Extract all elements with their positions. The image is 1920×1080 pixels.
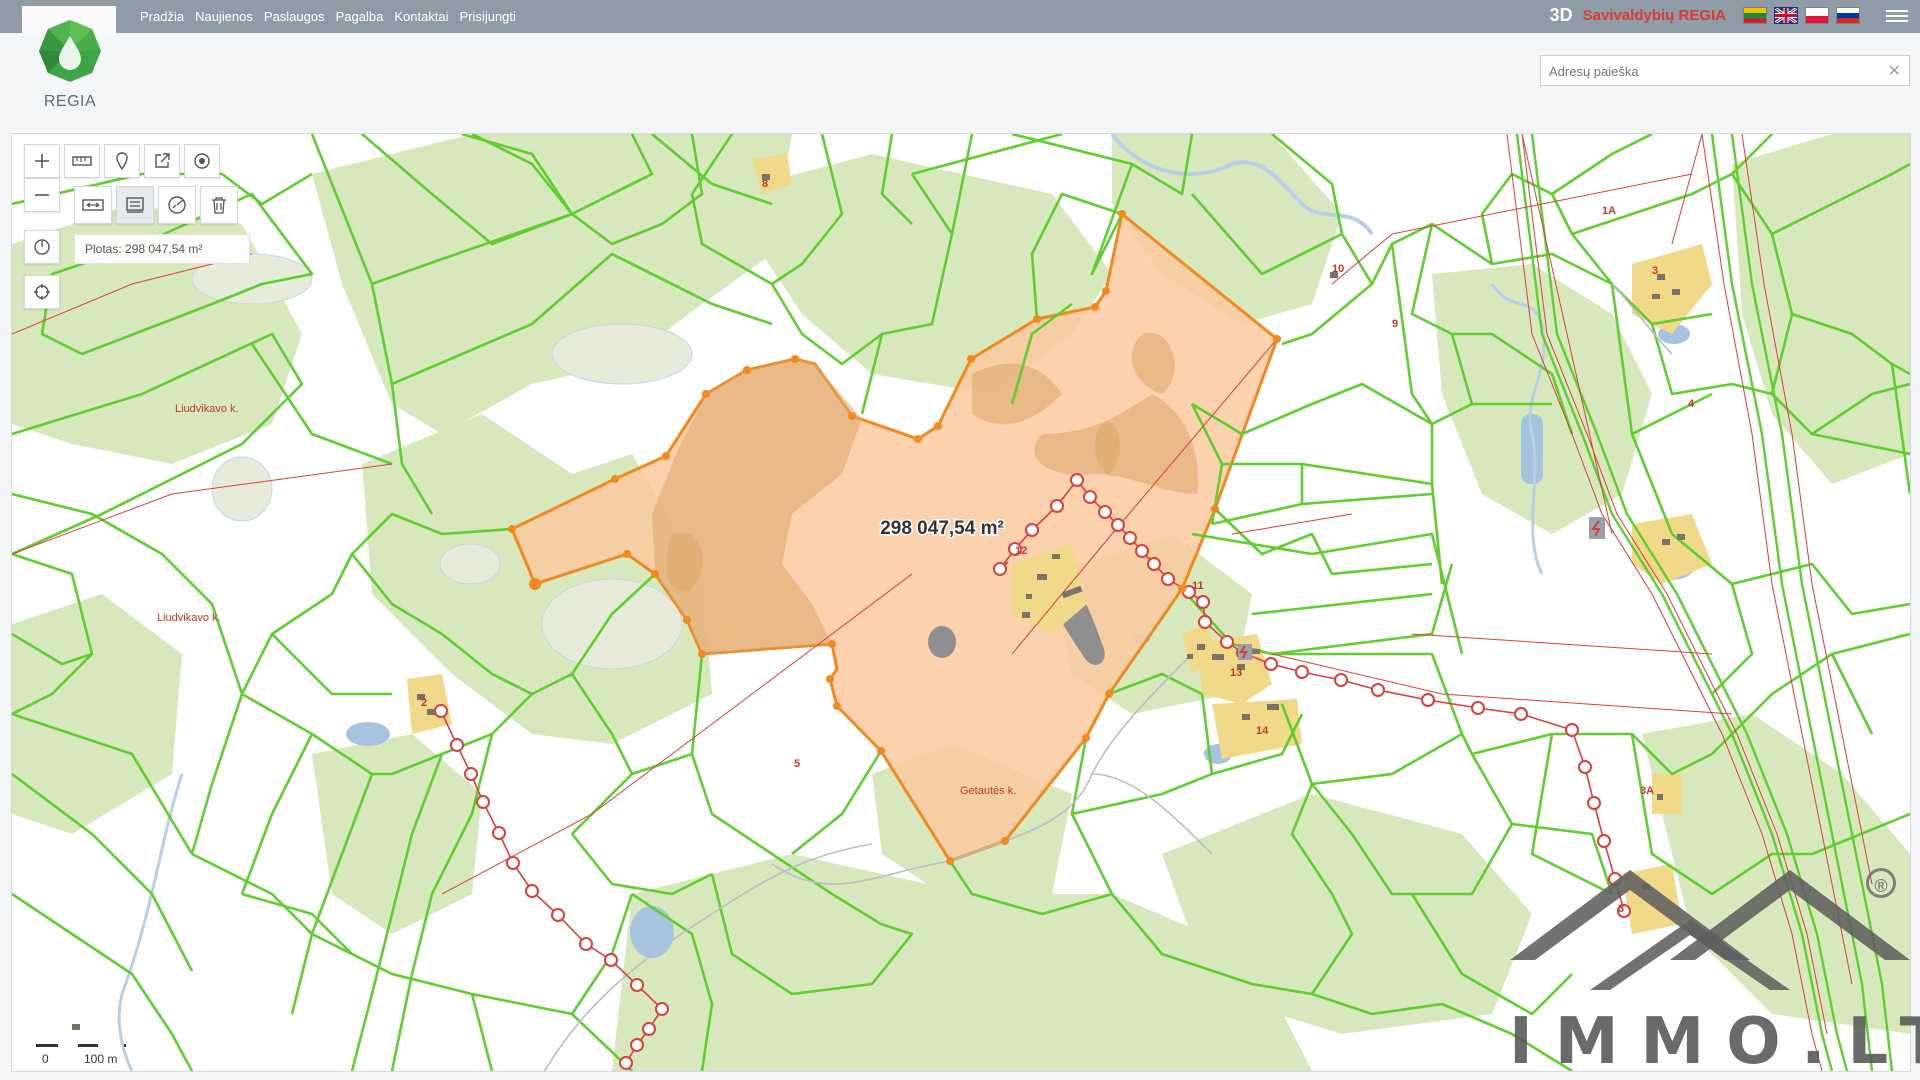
measure-area-icon [126,197,144,213]
zoom-in-button[interactable] [24,144,60,178]
parcel-label: 2 [421,697,427,709]
crosshair-icon [34,284,50,300]
logo-text: REGIA [43,93,97,110]
nav-kontaktai[interactable]: Kontaktai [394,9,448,24]
main-nav: Pradžia Naujienos Paslaugos Pagalba Kont… [140,9,516,24]
powerline-pole-marker [1238,644,1252,660]
parcel-label: 9 [1392,318,1398,330]
area-info-box: Plotas: 298 047,54 m² [74,234,250,264]
savivaldybiu-regia-link[interactable]: Savivaldybių REGIA [1583,7,1726,24]
minus-icon [35,194,49,196]
place-label: Liudvikavo k. [157,612,221,624]
scale-zero-label: 0 [42,1052,49,1066]
add-marker-button[interactable] [104,144,140,178]
parcel-label: 8 [762,178,768,190]
history-button[interactable] [24,230,60,264]
substation-marker [1589,517,1605,539]
scale-bar: 0 100 m [28,1038,128,1068]
place-label: Liudvikavo k. [175,403,239,415]
place-label: Getautės k. [960,785,1016,797]
parcel-label: 3A [1640,785,1654,797]
power-clock-icon [34,239,50,255]
measure-line-icon [82,199,104,211]
map-pin-icon [116,152,128,170]
ru-flag-icon[interactable] [1836,7,1860,24]
parcel-label: 13 [1230,667,1242,679]
parcel-label: 5 [794,758,800,770]
regia-logo-icon [39,20,101,82]
scale-line [36,1044,126,1047]
address-search: ✕ [1540,55,1910,86]
parcel-label: 1A [1602,205,1616,217]
scale-distance-label: 100 m [84,1052,118,1066]
target-icon [194,153,210,169]
address-search-input[interactable] [1547,57,1881,86]
immo-watermark-text: IMMO.LT [1509,1005,1920,1079]
3d-button[interactable]: 3D [1550,5,1573,26]
nav-prisijungti[interactable]: Prisijungti [460,9,516,24]
lt-flag-icon[interactable] [1743,7,1767,24]
layers-toggle-button[interactable] [184,144,220,178]
ruler-icon [72,156,92,166]
nav-pradzia[interactable]: Pradžia [140,9,184,24]
measure-area-button[interactable] [116,186,154,224]
trash-icon [212,197,226,214]
header-actions: 3D Savivaldybių REGIA [1550,5,1860,26]
menu-icon[interactable] [1886,7,1908,25]
plus-icon [35,154,49,168]
top-navigation-bar: Pradžia Naujienos Paslaugos Pagalba Kont… [0,0,1920,33]
parcel-label: 10 [1332,263,1344,275]
nav-pagalba[interactable]: Pagalba [336,9,384,24]
nav-paslaugos[interactable]: Paslaugos [264,9,325,24]
external-link-icon [155,153,170,168]
pl-flag-icon[interactable] [1805,7,1829,24]
regia-logo[interactable]: REGIA [36,18,104,111]
parcel-label: 4 [1688,398,1695,410]
measure-line-button[interactable] [74,186,112,224]
clear-measurements-button[interactable] [200,186,238,224]
nav-naujienos[interactable]: Naujienos [195,9,253,24]
clear-search-icon[interactable]: ✕ [1888,61,1901,81]
parcel-label: 11 [1192,580,1204,592]
my-location-button[interactable] [24,275,60,309]
area-measurement-label: 298 047,54 m² [880,518,1004,539]
zoom-out-button[interactable] [24,178,60,212]
parcel-label: 12 [1015,545,1027,557]
registered-mark: ® [1866,868,1896,898]
uk-flag-icon[interactable] [1774,7,1798,24]
parcel-label: 3 [1652,265,1658,277]
measure-radius-button[interactable] [158,186,196,224]
radius-icon [168,196,186,214]
measure-distance-button[interactable] [64,144,100,178]
parcel-label: 14 [1256,725,1269,737]
share-button[interactable] [144,144,180,178]
